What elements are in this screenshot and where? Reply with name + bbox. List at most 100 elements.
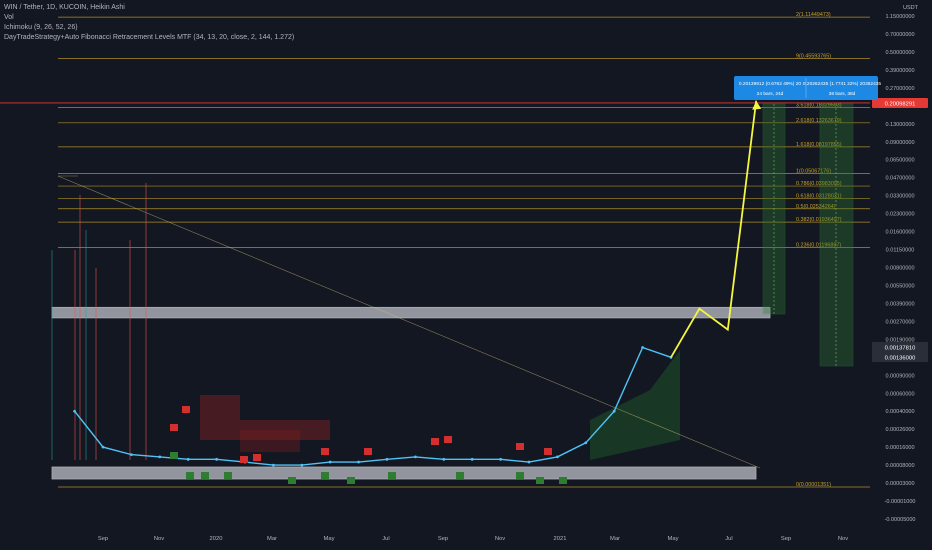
fib-level-label: 0(0.00001351) [796,482,831,488]
y-tick-label: 0.00008000 [885,463,914,469]
price-point [101,445,105,449]
projection-arrow [670,100,762,358]
price-point [186,457,190,461]
measure-box-right-price: 0.20262435 (1.7741 22%) 20362435 [803,81,881,87]
sell-signal-marker [240,456,248,463]
fib-level-label: 9(0.45593765) [796,54,831,60]
price-point [470,457,474,461]
measure-box: 0.20139912 (0.6762 49%) 20 24 bars, 24d 0.… [734,76,881,100]
cloud-red-block [240,430,300,452]
fib-level-label: 2(1.11449473) [796,12,831,18]
price-tag-label: 0.00137810 [885,346,916,352]
y-tick-label: 0.27000000 [885,86,914,92]
price-point [272,463,275,467]
sell-signal-marker [182,406,190,413]
projection-arrowhead [752,100,762,110]
descending-trendline [57,175,761,469]
measure-box-right-bars: 38 bars, 38d [829,91,856,97]
x-tick-label: Sep [438,536,448,542]
y-tick-label: 0.00090000 [885,373,914,379]
x-axis: Sep Nov 2020 Mar May Jul Sep Nov 2021 Mar May Jul Se… [98,536,848,542]
sell-signal-marker [444,436,452,443]
x-tick-label: Sep [781,536,791,542]
buy-signal-marker [456,472,464,479]
y-tick-label: 0.70000000 [885,32,914,38]
y-tick-label: 0.01600000 [885,230,914,236]
y-tick-label: 0.00040000 [885,409,914,415]
price-tag-label: 0.20098291 [885,101,916,107]
legend: WIN / Tether, 1D, KUCOIN, Heikin Ashi Vo… [4,3,294,43]
strategy-indicator-label: DayTradeStrategy+Auto Fibonacci Retracem… [4,34,295,41]
y-tick-label: 0.00550000 [885,283,914,289]
trendlines [57,175,761,469]
price-point [130,453,133,456]
y-tick-label: 0.50000000 [885,50,914,56]
price-point [442,457,446,461]
support-zone [51,466,757,480]
x-tick-label: Mar [610,536,620,542]
buy-signal-marker [288,477,296,484]
y-tick-label: 0.00016000 [885,445,914,451]
ichimoku-indicator-label: Ichimoku (9, 26, 52, 26) [4,24,78,31]
price-point [385,457,389,461]
x-tick-label: Nov [495,536,505,542]
buy-signal-marker [516,472,524,479]
vol-indicator-label: Vol [4,14,14,21]
x-tick-label: Jul [382,536,389,542]
x-tick-label: May [324,536,335,542]
y-tick-label: 0.00800000 [885,266,914,272]
x-tick-label: Nov [154,536,164,542]
buy-signal-marker [536,477,544,484]
y-tick-label: -0.00001000 [885,499,916,505]
cloud-green-block [590,350,680,460]
y-tick-label: 0.00270000 [885,319,914,325]
y-tick-label: 0.00003000 [885,481,914,487]
x-tick-label: Jul [725,536,732,542]
y-tick-label: 0.01150000 [886,248,915,254]
y-tick-label: 0.02300000 [885,212,914,218]
y-tick-label: 0.39000000 [885,68,914,74]
price-tag-label: 0.00136000 [885,356,916,362]
x-tick-label: May [668,536,679,542]
x-tick-label: Sep [98,536,108,542]
price-point [158,455,162,459]
y-tick-label: 1.15000000 [885,14,914,20]
chart-root: 2(1.11449473) 9(0.45593765) 3.618(0.183295… [0,0,932,550]
price-point [73,409,76,413]
y-tick-label: 0.03300000 [885,194,914,200]
price-point [641,346,644,349]
resistance-zone [51,306,771,319]
y-tick-label: 0.00060000 [885,391,914,397]
y-tick-label: 0.13000000 [885,122,914,128]
sell-signal-marker [253,454,261,461]
price-point [328,460,332,464]
sell-signal-marker [544,448,552,455]
buy-signal-marker [224,472,232,479]
price-series [51,183,673,467]
buy-signal-marker [186,472,194,479]
measure-box-left-price: 0.20139912 (0.6762 49%) 20 [739,81,801,87]
chart-canvas[interactable]: 2(1.11449473)9(0.45593765)3.618(0.183295… [0,0,932,550]
projection-path [670,100,758,358]
y-tick-label: 0.04700000 [885,176,914,182]
price-point [215,457,219,461]
y-axis: USDT 1.15000000 0.70000000 0.50000000 0.3900… [885,5,919,523]
price-point [414,455,417,459]
buy-signal-marker [388,472,396,479]
sell-signal-marker [431,438,439,445]
sell-signal-marker [516,443,524,450]
price-point [556,455,559,459]
sell-signal-marker [170,424,178,431]
symbol-title: WIN / Tether, 1D, KUCOIN, Heikin Ashi [4,4,125,11]
y-tick-label: -0.00005000 [885,517,916,523]
price-line [74,346,672,466]
price-point [612,409,616,413]
buy-signal-marker [170,452,178,459]
target-box-2 [819,103,854,367]
y-tick-label: 0.06500000 [885,158,914,164]
x-tick-label: 2021 [554,536,567,542]
y-tick-label: 0.00026000 [885,427,914,433]
sell-signal-marker [321,448,329,455]
price-point [357,460,360,464]
buy-signal-marker [347,477,355,484]
